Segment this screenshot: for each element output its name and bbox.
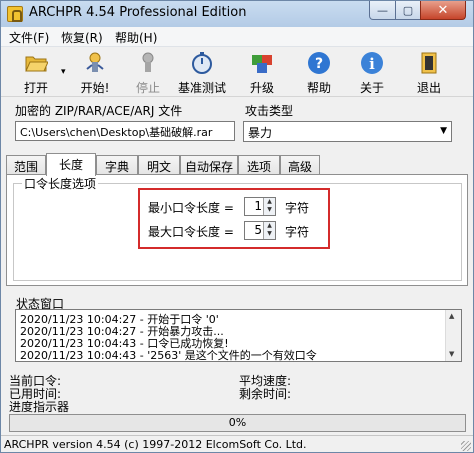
archpr-lock-icon (7, 6, 23, 22)
encrypted-file-label: 加密的 ZIP/RAR/ACE/ARJ 文件 (15, 104, 183, 118)
tab-length[interactable]: 长度 (46, 153, 96, 176)
minimize-button[interactable]: — (369, 1, 396, 20)
status-bar: ARCHPR version 4.54 (c) 1997-2012 ElcomS… (1, 435, 473, 453)
open-button[interactable]: 打开 (11, 49, 61, 95)
maximize-button[interactable]: ▢ (395, 1, 421, 20)
benchmark-button[interactable]: 基准测试 (177, 49, 227, 95)
start-runner-icon (86, 52, 104, 72)
progress-indicator-label: 进度指示器 (9, 400, 70, 414)
menu-bar: 文件(F) 恢复(R) 帮助(H) (1, 27, 473, 47)
start-label: 开始! (80, 81, 110, 95)
open-dropdown-arrow[interactable]: ▾ (61, 67, 66, 77)
tab-options[interactable]: 选项 (238, 155, 280, 175)
scroll-up-icon[interactable]: ▲ (449, 312, 454, 320)
dropdown-arrow-icon: ▼ (440, 126, 447, 136)
attack-type-label: 攻击类型 (245, 104, 294, 118)
log-line: 2020/11/23 10:04:43 - '2563' 是这个文件的一个有效口… (20, 349, 317, 362)
tab-dictionary[interactable]: 字典 (96, 155, 138, 175)
tab-autosave[interactable]: 自动保存 (180, 155, 238, 175)
window-title: ARCHPR 4.54 Professional Edition (29, 5, 247, 20)
upgrade-button[interactable]: 升级 (237, 49, 287, 95)
encrypted-file-input[interactable]: C:\Users\chen\Desktop\基础破解.rar (15, 121, 235, 141)
max-length-value: 5 (254, 223, 262, 237)
min-length-value: 1 (254, 199, 262, 213)
exit-label: 退出 (416, 81, 441, 95)
menu-file[interactable]: 文件(F) (9, 29, 49, 46)
max-length-spinner[interactable]: 5 ▲ ▼ (244, 221, 276, 240)
about-label: 关于 (359, 81, 384, 95)
help-label: 帮助 (306, 81, 331, 95)
start-button[interactable]: 开始! (70, 49, 120, 95)
spin-arrows-icon[interactable]: ▲ ▼ (263, 222, 275, 239)
spin-arrows-icon[interactable]: ▲ ▼ (263, 198, 275, 215)
stop-button[interactable]: 停止 (123, 49, 173, 95)
folder-open-icon (25, 56, 48, 72)
title-bar[interactable]: ARCHPR 4.54 Professional Edition — ▢ ✕ (1, 1, 473, 27)
upgrade-label: 升级 (249, 81, 274, 95)
about-button[interactable]: i 关于 (347, 49, 397, 95)
progress-bar: 0% (9, 414, 466, 432)
password-length-group-title: 口令长度选项 (22, 175, 99, 192)
open-label: 打开 (23, 81, 48, 95)
toolbar: 打开 ▾ 开始! 停止 基准测试 升级 ? 帮助 i 关于 退出 (1, 47, 473, 97)
stop-runner-icon (142, 52, 154, 72)
help-icon: ? (308, 52, 330, 74)
log-scrollbar[interactable]: ▲ ▼ (445, 310, 461, 361)
status-log[interactable]: 2020/11/23 10:04:27 - 开始于口令 '0' 2020/11/… (15, 309, 462, 362)
remaining-time-label: 剩余时间: (239, 387, 292, 401)
menu-help[interactable]: 帮助(H) (115, 29, 157, 46)
min-length-label: 最小口令长度 = (148, 201, 234, 215)
progress-text: 0% (228, 416, 247, 429)
stop-label: 停止 (135, 81, 160, 95)
attack-type-select[interactable]: 暴力 ▼ (243, 121, 452, 142)
help-button[interactable]: ? 帮助 (294, 49, 344, 95)
attack-type-value: 暴力 (248, 126, 273, 140)
tab-advanced[interactable]: 高级 (280, 155, 320, 175)
svg-text:?: ? (315, 56, 323, 72)
stopwatch-icon (192, 52, 212, 74)
upgrade-cards-icon (252, 55, 272, 73)
benchmark-label: 基准测试 (177, 81, 226, 95)
info-icon: i (361, 52, 383, 74)
tab-range[interactable]: 范围 (6, 155, 46, 175)
max-length-label: 最大口令长度 = (148, 225, 234, 239)
exit-door-icon (421, 52, 437, 74)
version-text: ARCHPR version 4.54 (c) 1997-2012 ElcomS… (4, 438, 307, 451)
status-window-group: 状态窗口 2020/11/23 10:04:27 - 开始于口令 '0' 202… (6, 296, 468, 368)
min-length-unit: 字符 (285, 201, 310, 215)
max-length-unit: 字符 (285, 225, 310, 239)
svg-text:i: i (369, 55, 375, 73)
menu-recover[interactable]: 恢复(R) (61, 29, 103, 46)
close-button[interactable]: ✕ (420, 1, 466, 20)
resize-grip-icon[interactable] (461, 441, 471, 451)
min-length-spinner[interactable]: 1 ▲ ▼ (244, 197, 276, 216)
scroll-down-icon[interactable]: ▼ (449, 350, 454, 358)
archpr-window: ARCHPR 4.54 Professional Edition — ▢ ✕ 文… (0, 0, 474, 453)
exit-button[interactable]: 退出 (404, 49, 454, 95)
tab-plaintext[interactable]: 明文 (138, 155, 180, 175)
